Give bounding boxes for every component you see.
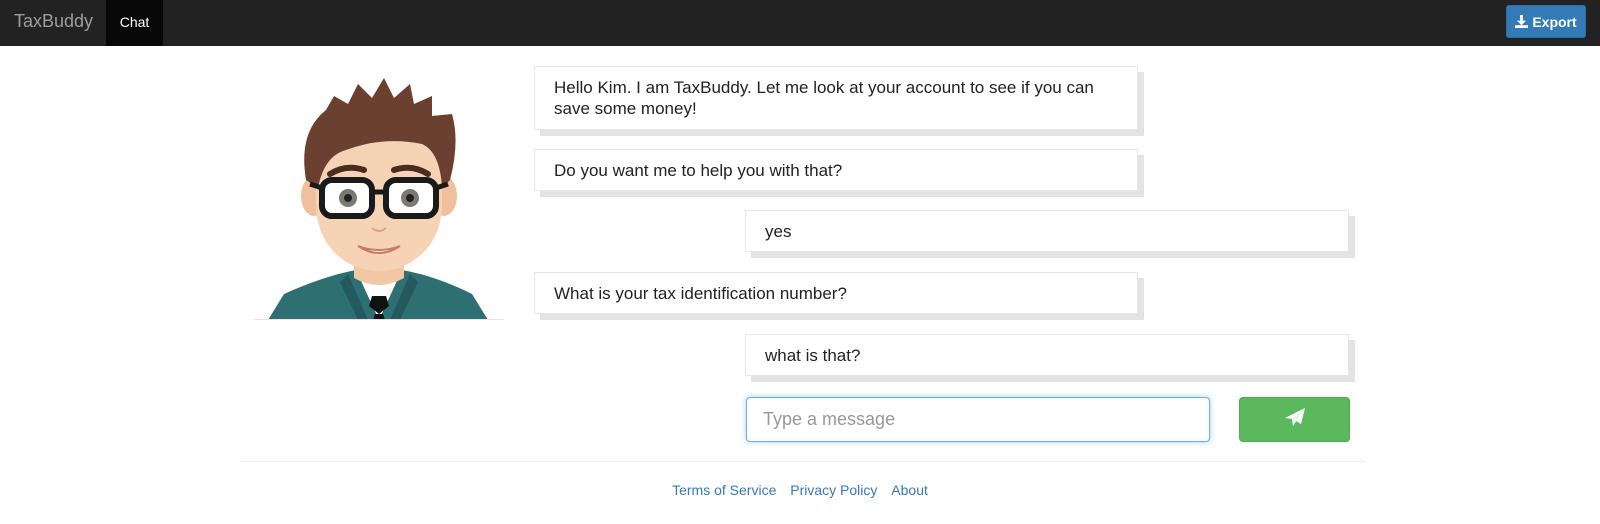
user-message: what is that? [745, 334, 1349, 376]
about-link[interactable]: About [891, 482, 928, 498]
top-navbar: TaxBuddy Chat Export [0, 0, 1600, 46]
footer: Terms of Service Privacy Policy About [0, 482, 1600, 498]
user-message: yes [745, 210, 1349, 252]
export-button[interactable]: Export [1506, 5, 1586, 38]
tab-chat[interactable]: Chat [106, 0, 163, 46]
message-input[interactable] [746, 397, 1210, 442]
privacy-link[interactable]: Privacy Policy [790, 482, 877, 498]
send-button[interactable] [1239, 397, 1350, 442]
paper-plane-icon [1284, 408, 1305, 431]
bot-message: What is your tax identification number? [534, 272, 1138, 314]
bot-avatar [254, 70, 504, 320]
terms-link[interactable]: Terms of Service [672, 482, 776, 498]
bot-message: Hello Kim. I am TaxBuddy. Let me look at… [534, 66, 1138, 130]
avatar-divider [254, 319, 504, 320]
footer-divider [240, 461, 1366, 462]
download-icon [1515, 15, 1529, 28]
export-label: Export [1532, 13, 1577, 30]
bot-message: Do you want me to help you with that? [534, 149, 1138, 191]
brand-link[interactable]: TaxBuddy [14, 0, 93, 46]
